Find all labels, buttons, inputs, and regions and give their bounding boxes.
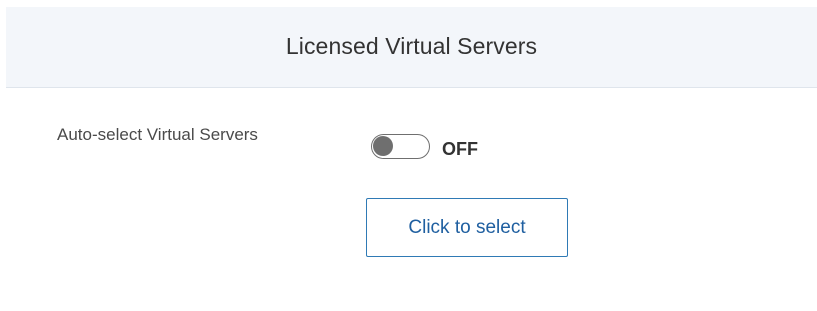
toggle-knob [373, 136, 393, 156]
auto-select-toggle[interactable] [371, 134, 430, 159]
toggle-state-label: OFF [442, 139, 478, 159]
auto-select-label: Auto-select Virtual Servers [57, 125, 258, 144]
licensed-virtual-servers-panel: Licensed Virtual Servers Auto-select Vir… [0, 0, 817, 311]
panel-title: Licensed Virtual Servers [285, 33, 538, 59]
panel-header: Licensed Virtual Servers [6, 7, 817, 88]
click-to-select-button[interactable]: Click to select [366, 198, 568, 257]
